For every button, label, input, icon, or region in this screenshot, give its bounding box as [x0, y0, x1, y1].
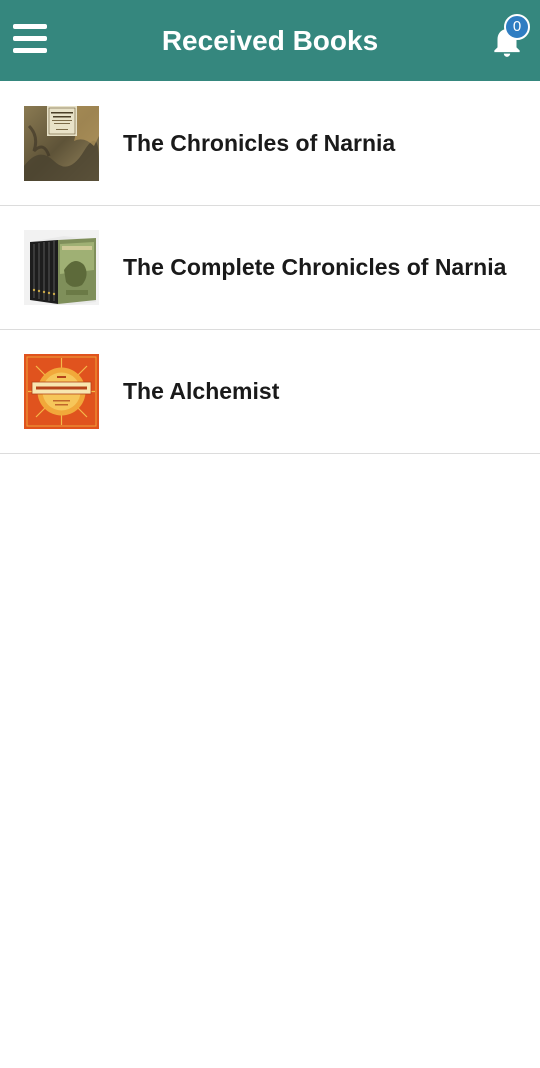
received-books-list: The Chronicles of Narnia The Complete Ch… [0, 82, 540, 454]
book-title: The Complete Chronicles of Narnia [123, 254, 507, 280]
list-item[interactable]: The Chronicles of Narnia [0, 82, 540, 206]
list-item[interactable]: The Complete Chronicles of Narnia [0, 206, 540, 330]
list-item[interactable]: The Alchemist [0, 330, 540, 454]
notification-count-badge: 0 [504, 14, 530, 40]
narnia-cover-image [24, 106, 99, 181]
page-title: Received Books [161, 25, 379, 56]
book-title: The Alchemist [123, 378, 280, 404]
alchemist-cover-image [24, 354, 99, 429]
narnia-box-set-cover-image [24, 230, 99, 305]
app-bar: Received Books 0 [0, 0, 540, 81]
notifications-button[interactable]: 0 [486, 14, 530, 62]
book-title: The Chronicles of Narnia [123, 130, 396, 156]
